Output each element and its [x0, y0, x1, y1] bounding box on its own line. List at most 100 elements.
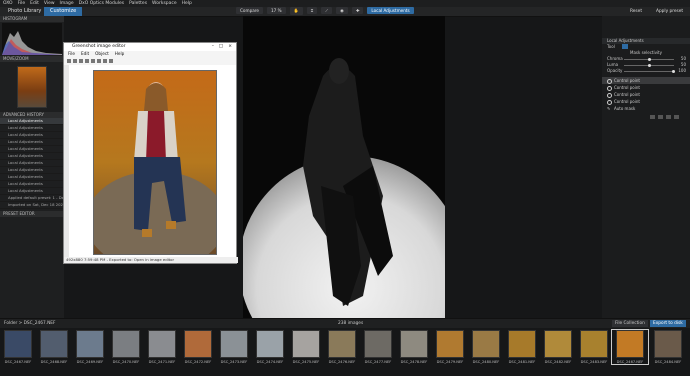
film-thumbnail[interactable]: DSC_2478.NEF — [396, 330, 432, 364]
greenshot-editor-window[interactable]: Greenshot image editor – □ × File Edit O… — [63, 42, 238, 264]
copy-icon[interactable] — [650, 115, 655, 119]
film-thumbnail[interactable]: DSC_2467.NEF — [0, 330, 36, 364]
save-icon[interactable] — [67, 58, 71, 63]
history-row[interactable]: Local Adjustments — [0, 153, 64, 160]
editor-menu-edit[interactable]: Edit — [81, 51, 89, 57]
control-point-tool-icon[interactable] — [622, 44, 628, 49]
menu-workspace[interactable]: Workspace — [152, 1, 177, 6]
undo-icon[interactable] — [103, 58, 107, 63]
history-row[interactable]: Local Adjustments — [0, 188, 64, 195]
auto-mask-item[interactable]: ✎ Auto mask — [602, 105, 690, 112]
film-thumbnail[interactable]: DSC_2479.NEF — [432, 330, 468, 364]
opacity-value[interactable]: 100 — [678, 68, 686, 74]
opacity-slider[interactable] — [624, 70, 675, 73]
folder-path[interactable]: Folder > DSC_2467.NEF — [4, 321, 56, 326]
zoom-level[interactable]: 17 % — [267, 7, 286, 14]
history-row[interactable]: Local Adjustments — [0, 118, 64, 125]
menu-app[interactable]: OXO — [3, 1, 13, 6]
film-thumbnail[interactable]: DSC_2470.NEF — [108, 330, 144, 364]
brush-icon: ✎ — [607, 106, 611, 111]
rotate-icon[interactable] — [97, 58, 101, 63]
upload-icon[interactable] — [85, 58, 89, 63]
repair-icon[interactable]: ✚ — [351, 7, 364, 14]
film-thumbnail[interactable]: DSC_2476.NEF — [324, 330, 360, 364]
history-row[interactable]: Applied default preset: 1 - DxO Stan… — [0, 195, 64, 202]
thumbnail-name: DSC_2468.NEF — [40, 360, 68, 364]
apply-preset-button[interactable]: Apply preset — [656, 8, 683, 15]
minimize-icon[interactable]: – — [212, 43, 214, 51]
export-to-disk-button[interactable]: Export to disk — [650, 320, 686, 327]
copy-icon[interactable] — [73, 58, 77, 63]
control-point-item[interactable]: Control point — [602, 84, 690, 91]
control-point-item[interactable]: Control point — [602, 91, 690, 98]
film-thumbnail[interactable]: DSC_2482.NEF — [540, 330, 576, 364]
menu-image[interactable]: Image — [60, 1, 74, 6]
history-row[interactable]: Local Adjustments — [0, 160, 64, 167]
history-row[interactable]: Local Adjustments — [0, 181, 64, 188]
auto-mask-label: Auto mask — [614, 106, 636, 111]
chroma-slider[interactable] — [624, 58, 674, 61]
control-point-label: Control point — [614, 78, 640, 83]
luma-slider[interactable] — [624, 64, 674, 67]
local-adjustment-actions — [650, 115, 690, 119]
hand-icon[interactable]: ✋ — [289, 6, 303, 15]
control-point-item[interactable]: Control point — [602, 98, 690, 105]
editor-canvas[interactable] — [64, 65, 236, 257]
film-thumbnail[interactable]: DSC_2473.NEF — [216, 330, 252, 364]
menu-help[interactable]: Help — [182, 1, 192, 6]
crop-icon[interactable]: ⌗ — [306, 7, 318, 14]
preset-editor-header[interactable]: PRESET EDITOR — [0, 211, 64, 217]
redo-icon[interactable] — [109, 58, 113, 63]
editor-menu-help[interactable]: Help — [115, 51, 125, 57]
maximize-icon[interactable]: □ — [219, 43, 223, 51]
film-thumbnail[interactable]: DSC_2469.NEF — [72, 330, 108, 364]
trash-icon[interactable] — [674, 115, 679, 119]
history-row[interactable]: Local Adjustments — [0, 125, 64, 132]
menu-edit[interactable]: Edit — [30, 1, 39, 6]
history-row[interactable]: Local Adjustments — [0, 146, 64, 153]
reset-button[interactable]: Reset — [630, 8, 642, 15]
editor-menu-object[interactable]: Object — [95, 51, 109, 57]
navigator-thumbnail[interactable] — [17, 66, 47, 108]
local-adjustments-button[interactable]: Local Adjustments — [367, 7, 414, 14]
move-zoom-header[interactable]: MOVE/ZOOM — [0, 56, 64, 62]
film-thumbnail[interactable]: DSC_2477.NEF — [360, 330, 396, 364]
history-row[interactable]: Local Adjustments — [0, 139, 64, 146]
file-collection-button[interactable]: File Collection — [612, 320, 648, 327]
print-icon[interactable] — [79, 58, 83, 63]
compare-button[interactable]: Compare — [236, 7, 263, 14]
film-thumbnail[interactable]: DSC_2472.NEF — [180, 330, 216, 364]
history-row[interactable]: Imported on Sat, Dec 18 2021 8:39:51 PM — [0, 202, 64, 209]
close-icon[interactable]: × — [228, 43, 232, 51]
film-thumbnail[interactable]: DSC_2483.NEF — [576, 330, 612, 364]
film-thumbnail[interactable]: DSC_2468.NEF — [36, 330, 72, 364]
viewer-toolbar: Compare 17 % ✋ ⌗ ⟋ ◉ ✚ Local Adjustments — [236, 6, 414, 15]
film-thumbnail[interactable]: DSC_2481.NEF — [504, 330, 540, 364]
film-thumbnail[interactable]: DSC_2484.NEF — [650, 330, 686, 364]
menu-file[interactable]: File — [18, 1, 26, 6]
red-eye-icon[interactable]: ◉ — [336, 7, 348, 14]
history-row[interactable]: Local Adjustments — [0, 167, 64, 174]
menu-optics-modules[interactable]: DxO Optics Modules — [79, 1, 124, 6]
histogram-header[interactable]: HISTOGRAM — [0, 16, 64, 22]
menu-palettes[interactable]: Palettes — [129, 1, 147, 6]
crop-icon[interactable] — [91, 58, 95, 63]
tab-customize[interactable]: Customize — [44, 7, 83, 16]
straighten-icon[interactable]: ⟋ — [321, 7, 333, 14]
eye-icon[interactable] — [666, 115, 671, 119]
thumbnail-name: DSC_2476.NEF — [328, 360, 356, 364]
history-row[interactable]: Local Adjustments — [0, 174, 64, 181]
paste-icon[interactable] — [658, 115, 663, 119]
film-thumbnail[interactable]: DSC_2474.NEF — [252, 330, 288, 364]
history-row[interactable]: Local Adjustments — [0, 132, 64, 139]
film-thumbnail-selected[interactable]: DSC_2467.NEF — [611, 329, 649, 365]
tab-photo-library[interactable]: Photo Library — [2, 7, 47, 16]
control-point-item[interactable]: Control point — [602, 77, 690, 84]
editor-menu-file[interactable]: File — [68, 51, 75, 57]
film-thumbnail[interactable]: DSC_2480.NEF — [468, 330, 504, 364]
film-thumbnail[interactable]: DSC_2471.NEF — [144, 330, 180, 364]
image-viewer[interactable] — [243, 16, 445, 318]
menu-view[interactable]: View — [44, 1, 55, 6]
film-thumbnail[interactable]: DSC_2475.NEF — [288, 330, 324, 364]
drawing-tools[interactable] — [64, 65, 69, 257]
